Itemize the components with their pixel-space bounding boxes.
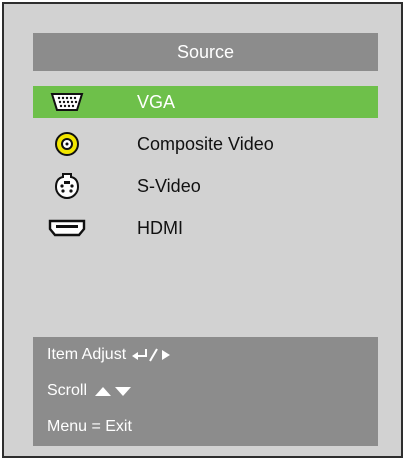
vga-port-icon	[47, 88, 87, 116]
source-list: VGA Composite Video S-Video HDMI	[33, 86, 378, 254]
help-panel: Item Adjust Scroll Menu = Exit	[33, 337, 378, 446]
hdmi-port-icon	[47, 214, 87, 242]
source-item-hdmi[interactable]: HDMI	[33, 212, 378, 244]
source-label-s-video: S-Video	[137, 175, 201, 196]
source-label-hdmi: HDMI	[137, 217, 183, 238]
help-item-adjust: Item Adjust	[33, 337, 378, 373]
source-menu-panel: Source VGA Composite Video S-Video HDMI …	[2, 2, 403, 458]
source-label-composite-video: Composite Video	[137, 133, 274, 154]
source-item-s-video[interactable]: S-Video	[33, 170, 378, 202]
menu-title: Source	[176, 41, 235, 62]
composite-rca-icon	[47, 130, 87, 158]
help-item-adjust-text: Item Adjust	[47, 346, 127, 363]
help-menu-exit-text: Menu = Exit	[47, 418, 132, 435]
source-label-vga: VGA	[137, 91, 176, 112]
enter-right-arrow-icon	[132, 348, 171, 362]
source-item-composite-video[interactable]: Composite Video	[33, 128, 378, 160]
s-video-port-icon	[47, 172, 87, 200]
menu-title-bar: Source	[33, 33, 378, 71]
up-down-arrows-icon	[95, 387, 132, 396]
source-item-vga[interactable]: VGA	[33, 86, 378, 118]
help-menu-exit: Menu = Exit	[33, 409, 378, 445]
help-scroll: Scroll	[33, 373, 378, 409]
help-scroll-text: Scroll	[47, 382, 88, 399]
